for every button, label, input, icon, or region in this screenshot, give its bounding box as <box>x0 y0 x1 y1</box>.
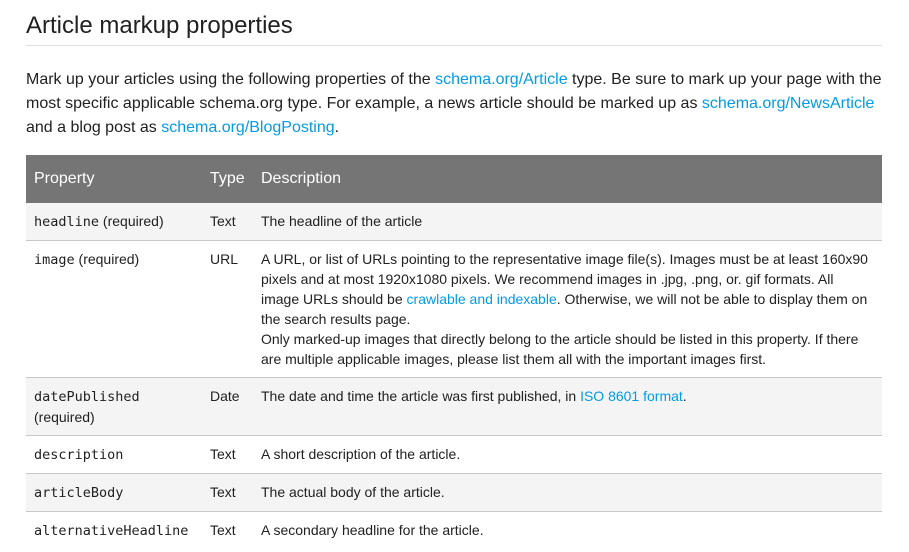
description-text: The date and time the article was first … <box>261 388 581 404</box>
property-cell: alternativeHeadline <box>26 512 210 550</box>
iso-8601-link[interactable]: ISO 8601 format <box>580 388 683 404</box>
page-title: Article markup properties <box>26 0 882 46</box>
properties-table: Property Type Description headline (requ… <box>26 155 882 549</box>
header-property: Property <box>26 155 210 203</box>
property-cell: description <box>26 435 210 474</box>
required-label: (required) <box>34 409 95 425</box>
type-cell: URL <box>210 240 261 378</box>
description-cell: The actual body of the article. <box>261 473 882 512</box>
table-row-articlebody: articleBody Text The actual body of the … <box>26 473 882 512</box>
description-cell: A URL, or list of URLs pointing to the r… <box>261 240 882 378</box>
property-cell: datePublished (required) <box>26 377 210 436</box>
table-row-image: image (required) URL A URL, or list of U… <box>26 240 882 378</box>
property-name: datePublished <box>34 389 140 405</box>
type-cell: Text <box>210 522 236 538</box>
header-description: Description <box>261 155 882 203</box>
header-type: Type <box>210 155 261 203</box>
required-label: (required) <box>74 251 140 267</box>
type-cell: Text <box>210 203 261 241</box>
property-cell: articleBody <box>26 473 210 512</box>
intro-paragraph: Mark up your articles using the followin… <box>26 68 882 140</box>
table-row-headline: headline (required) Text The headline of… <box>26 203 882 241</box>
required-label: (required) <box>99 213 164 229</box>
crawlable-indexable-link[interactable]: crawlable and indexable <box>407 291 557 307</box>
intro-text-1: Mark up your articles using the followin… <box>26 71 436 88</box>
table-header-row: Property Type Description <box>26 155 882 203</box>
type-cell: Text <box>210 435 261 474</box>
description-cell: The date and time the article was first … <box>261 377 882 436</box>
article-markup-section: Article markup properties Mark up your a… <box>0 0 909 549</box>
property-name: articleBody <box>34 485 124 501</box>
property-name: headline <box>34 214 100 230</box>
table-row-alternativeheadline: alternativeHeadline Text A secondary hea… <box>26 512 882 550</box>
description-cell: A short description of the article. <box>261 435 882 474</box>
table-row-description: description Text A short description of … <box>26 435 882 474</box>
schema-article-link[interactable]: schema.org/Article <box>435 71 568 88</box>
table-row-datepublished: datePublished (required) Date The date an… <box>26 377 882 436</box>
property-name: description <box>34 447 124 463</box>
description-note: Only marked-up images that directly belo… <box>261 331 859 367</box>
intro-text-4: . <box>334 119 340 136</box>
description-text: . <box>682 388 687 404</box>
intro-text-3: and a blog post as <box>26 119 162 136</box>
property-name: image <box>34 252 75 268</box>
schema-blogposting-link[interactable]: schema.org/BlogPosting <box>161 119 334 136</box>
schema-newsarticle-link[interactable]: schema.org/NewsArticle <box>702 95 875 112</box>
property-name: alternativeHeadline <box>34 523 189 539</box>
type-cell: Text <box>210 473 261 512</box>
description-cell: A secondary headline for the article. <box>261 522 484 538</box>
property-cell: image (required) <box>26 240 210 378</box>
type-cell: Date <box>210 377 261 436</box>
description-cell: The headline of the article <box>261 203 882 241</box>
property-cell: headline (required) <box>26 203 210 241</box>
